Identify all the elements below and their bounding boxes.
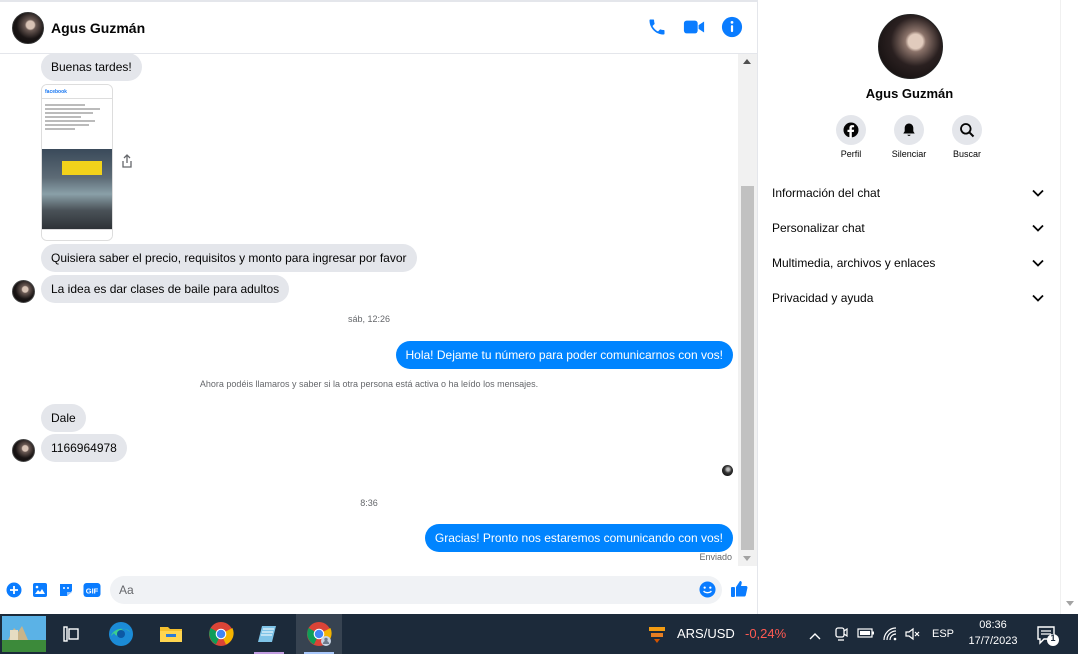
- chevron-down-icon: [1032, 259, 1044, 267]
- message-bubble[interactable]: Buenas tardes!: [41, 54, 142, 81]
- section-customize-chat[interactable]: Personalizar chat: [772, 216, 1044, 240]
- notification-count: 1: [1050, 633, 1056, 643]
- message-list[interactable]: Buenas tardes! facebook Quisiera saber e…: [0, 54, 738, 566]
- message-scrollbar[interactable]: [738, 54, 757, 566]
- plus-icon[interactable]: [6, 582, 22, 603]
- windows-taskbar: ARS/USD -0,24% ESP 08:36 17/7/2023 1: [0, 614, 1078, 654]
- chevron-down-icon: [1032, 224, 1044, 232]
- chrome-icon[interactable]: [198, 614, 244, 654]
- attachment-nav: [42, 229, 112, 240]
- phone-icon[interactable]: [647, 17, 667, 37]
- system-notice: Ahora podéis llamaros y saber si la otra…: [199, 379, 539, 389]
- volume-muted-icon[interactable]: [904, 626, 920, 647]
- contact-avatar-small[interactable]: [12, 280, 35, 303]
- conversation-details-panel: Agus Guzmán Perfil Silenciar Buscar Info…: [757, 0, 1060, 614]
- contact-avatar[interactable]: [12, 11, 44, 44]
- chevron-down-icon: [1032, 294, 1044, 302]
- notepad-icon[interactable]: [246, 614, 292, 654]
- task-view-icon[interactable]: [48, 614, 94, 654]
- chevron-down-icon: [1032, 189, 1044, 197]
- info-icon[interactable]: [721, 16, 743, 38]
- clock[interactable]: 08:36 17/7/2023: [960, 617, 1026, 649]
- mute-button[interactable]: Silenciar: [879, 115, 939, 159]
- seen-avatar-indicator: [722, 465, 733, 476]
- gif-icon[interactable]: GIF: [83, 582, 101, 603]
- section-label: Información del chat: [772, 186, 881, 200]
- stock-widget-icon[interactable]: [646, 623, 668, 650]
- battery-icon[interactable]: [857, 626, 875, 645]
- section-label: Multimedia, archivos y enlaces: [772, 256, 936, 270]
- notifications-icon[interactable]: 1: [1036, 625, 1060, 652]
- edge-icon[interactable]: [98, 614, 144, 654]
- image-icon[interactable]: [32, 582, 48, 603]
- section-media-files[interactable]: Multimedia, archivos y enlaces: [772, 251, 1044, 275]
- section-chat-info[interactable]: Información del chat: [772, 181, 1044, 205]
- wifi-icon[interactable]: [882, 626, 898, 647]
- clock-time: 08:36: [979, 619, 1007, 631]
- scroll-up-arrow[interactable]: [743, 59, 751, 64]
- ticker-pair[interactable]: ARS/USD: [677, 614, 735, 654]
- bell-icon[interactable]: [894, 115, 924, 145]
- chrome-profile-icon[interactable]: [296, 614, 342, 654]
- attachment-text-lines: [42, 99, 112, 135]
- file-explorer-icon[interactable]: [148, 614, 194, 654]
- contact-name[interactable]: Agus Guzmán: [51, 20, 145, 36]
- section-label: Personalizar chat: [772, 221, 865, 235]
- profile-button[interactable]: Perfil: [821, 115, 881, 159]
- scroll-down-arrow[interactable]: [743, 556, 751, 561]
- sticker-icon[interactable]: [58, 582, 74, 603]
- section-privacy-support[interactable]: Privacidad y ayuda: [772, 286, 1044, 310]
- like-icon[interactable]: [730, 580, 748, 603]
- timestamp: sáb, 12:26: [347, 314, 391, 324]
- message-composer: GIF Aa: [0, 566, 757, 614]
- profile-avatar[interactable]: [878, 14, 943, 79]
- profile-name: Agus Guzmán: [865, 86, 954, 101]
- contact-avatar-small[interactable]: [12, 439, 35, 462]
- chevron-up-icon[interactable]: [809, 628, 821, 646]
- timestamp: 8:36: [360, 498, 378, 508]
- language-indicator[interactable]: ESP: [932, 614, 954, 654]
- scroll-down-arrow[interactable]: [1066, 601, 1074, 606]
- meet-now-icon[interactable]: [834, 626, 848, 647]
- message-bubble[interactable]: 1166964978: [41, 434, 127, 462]
- search-button[interactable]: Buscar: [937, 115, 997, 159]
- video-icon[interactable]: [683, 17, 705, 37]
- search-label: Buscar: [952, 149, 981, 159]
- message-bubble-sent[interactable]: Hola! Dejame tu número para poder comuni…: [395, 341, 733, 369]
- scrollbar-thumb[interactable]: [741, 186, 754, 550]
- section-label: Privacidad y ayuda: [772, 291, 874, 305]
- svg-text:GIF: GIF: [86, 587, 99, 596]
- chat-header: Agus Guzmán: [0, 0, 757, 54]
- facebook-icon[interactable]: [836, 115, 866, 145]
- message-bubble-sent[interactable]: Gracias! Pronto nos estaremos comunicand…: [424, 524, 733, 552]
- message-bubble[interactable]: La idea es dar clases de baile para adul…: [41, 275, 290, 303]
- share-icon[interactable]: [121, 154, 133, 173]
- mute-label: Silenciar: [891, 149, 927, 159]
- clock-date: 17/7/2023: [968, 635, 1018, 647]
- emoji-icon[interactable]: [699, 581, 716, 603]
- start-icon[interactable]: [0, 614, 48, 654]
- message-bubble[interactable]: Quisiera saber el precio, requisitos y m…: [41, 244, 417, 272]
- message-input[interactable]: Aa: [110, 576, 722, 604]
- message-bubble[interactable]: Dale: [41, 404, 86, 432]
- page-scrollbar[interactable]: [1060, 0, 1078, 614]
- sent-status: Enviado: [699, 552, 732, 562]
- ticker-change[interactable]: -0,24%: [745, 614, 786, 654]
- image-attachment[interactable]: facebook: [41, 84, 113, 241]
- search-icon[interactable]: [952, 115, 982, 145]
- profile-label: Perfil: [840, 149, 862, 159]
- attachment-header: facebook: [42, 85, 112, 99]
- attachment-photo: [42, 149, 112, 231]
